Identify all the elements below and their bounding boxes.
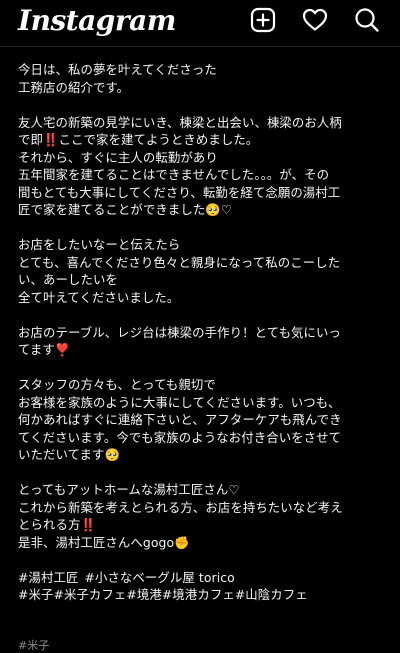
hashtag-list: #湯村工匠 #小さなベーグル屋 torico #米子#米子カフェ#境港#境港カフェ…	[18, 569, 384, 604]
top-navigation-bar: Instagram	[0, 0, 400, 47]
caption-line: いただいてます🥺	[18, 447, 120, 462]
caption-line: お店をしたいなーと伝えたら	[18, 237, 181, 252]
caption-line: 今日は、私の夢を叶えてくださった	[18, 62, 217, 77]
caption-line: 是非、湯村工匠さんへgogo✊	[18, 534, 190, 550]
hashtag-link[interactable]: #米子	[18, 587, 53, 602]
caption-line: とても、喜んでくださり色々と親身になって私のこーした	[18, 254, 341, 270]
caption-line: 匠で家を建てることができました🥺♡	[18, 202, 233, 217]
hashtag-row: #湯村工匠 #小さなベーグル屋 torico	[18, 569, 384, 587]
heart-icon	[302, 8, 328, 32]
caption-line: 間もとても大事にしてくださり、転勤を経て念願の湯村工	[18, 184, 341, 200]
activity-button[interactable]	[301, 6, 329, 34]
caption-line: スタッフの方々も、とっても親切で	[18, 377, 216, 392]
search-button[interactable]	[353, 6, 381, 34]
caption-line: 全て叶えてくださいました。	[18, 289, 180, 305]
hashtag-row: #米子#米子カフェ#境港#境港カフェ#山陰カフェ	[18, 586, 384, 604]
caption-line: 五年間家を建てることはできませんでした。。。が、その	[18, 167, 330, 182]
caption-line: お店のテーブル、レジ台は棟梁の手作り！とても気にいっ	[18, 324, 342, 340]
caption-line: 工務店の紹介です。	[18, 79, 130, 95]
instagram-logo[interactable]: Instagram	[18, 1, 176, 41]
hashtag-link[interactable]: #境港	[126, 587, 161, 602]
caption-line: 友人宅の新築の見学にいき、棟梁と出会い、棟梁のお人柄	[18, 114, 342, 130]
caption-line: とってもアットホームな湯村工匠さん♡	[18, 482, 240, 497]
new-post-icon	[250, 7, 276, 33]
new-post-button[interactable]	[249, 6, 277, 34]
caption-line: これから新築を考えとられる方、お店を持ちたいなど考え	[18, 499, 343, 515]
caption-paragraph: お店のテーブル、レジ台は棟梁の手作り！とても気にいっ てます❣️	[18, 324, 384, 359]
hashtag-link[interactable]: #山陰カフェ	[235, 587, 308, 602]
caption-paragraph: お店をしたいなーと伝えたら とても、喜んでくださり色々と親身になって私のこーした…	[18, 236, 384, 306]
hashtag-link[interactable]: #境港カフェ	[162, 587, 235, 602]
caption-line: それから、すぐに主人の転勤があり	[18, 149, 218, 165]
caption-line: 何かあればすぐに連絡下さいと、アフターケアも飛んでき	[18, 412, 342, 427]
truncated-text-line: #米子	[18, 639, 50, 652]
caption-line: てくださいます。今でも家族のようなお付き合いをさせて	[18, 429, 342, 445]
caption-line: お客様を家族のように大事にしてくださいます。いつも、	[18, 394, 341, 410]
post-caption: 今日は、私の夢を叶えてくださった 工務店の紹介です。 友人宅の新築の見学にいき、…	[18, 61, 384, 604]
caption-line: い、あーしたいを	[18, 272, 118, 287]
hashtag-link[interactable]: #湯村工匠	[18, 570, 78, 585]
caption-paragraph: とってもアットホームな湯村工匠さん♡ これから新築を考えとられる方、お店を持ちた…	[18, 481, 384, 551]
hashtag-link[interactable]: #小さなベーグル屋 torico	[84, 570, 234, 585]
caption-paragraph: 友人宅の新築の見学にいき、棟梁と出会い、棟梁のお人柄 で即‼️ここで家を建てよう…	[18, 114, 384, 219]
caption-line: で即‼️ここで家を建てようときめました。	[18, 132, 259, 147]
caption-paragraph: 今日は、私の夢を叶えてくださった 工務店の紹介です。	[18, 61, 384, 96]
hashtag-link[interactable]: #米子カフェ	[53, 587, 126, 602]
caption-line: とられる方‼️	[18, 517, 96, 532]
caption-paragraph: スタッフの方々も、とっても親切で お客様を家族のように大事にしてくださいます。い…	[18, 376, 384, 464]
search-icon	[354, 7, 380, 33]
caption-line: てます❣️	[18, 342, 71, 357]
